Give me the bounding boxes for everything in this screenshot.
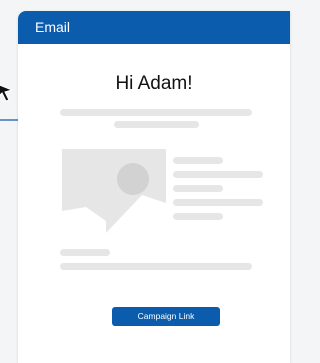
placeholder-text-line — [173, 199, 263, 206]
placeholder-text-line — [173, 171, 263, 178]
email-header-title: Email — [35, 19, 71, 35]
placeholder-text-line — [173, 213, 223, 220]
placeholder-text-line — [173, 157, 223, 164]
placeholder-text-line — [60, 109, 252, 116]
email-header: Email — [18, 11, 290, 44]
placeholder-text-line — [60, 249, 110, 256]
placeholder-text-line — [114, 121, 199, 128]
placeholder-text-line — [60, 263, 252, 270]
placeholder-text-line — [173, 185, 223, 192]
campaign-link-label: Campaign Link — [137, 311, 195, 321]
image-placeholder-icon — [62, 149, 166, 233]
cursor-arrow-icon — [0, 84, 14, 102]
email-greeting: Hi Adam! — [115, 73, 193, 94]
campaign-link-badge[interactable]: Campaign Link — [112, 307, 220, 326]
